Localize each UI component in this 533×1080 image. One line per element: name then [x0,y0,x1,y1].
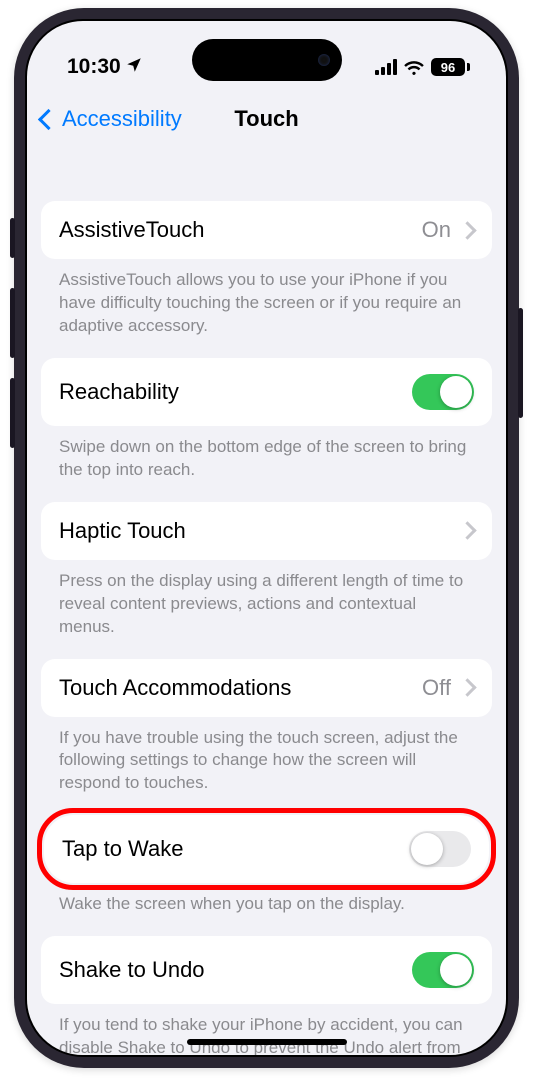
assistivetouch-group: AssistiveTouch On AssistiveTouch allows … [41,201,492,338]
back-button[interactable]: Accessibility [41,106,182,132]
touch-accommodations-footer: If you have trouble using the touch scre… [41,717,492,796]
volume-up-button [10,288,15,358]
chevron-left-icon [38,108,59,129]
battery-percentage: 96 [441,60,455,75]
navigation-bar: Accessibility Touch [27,91,506,147]
touch-accommodations-value: Off [422,675,451,701]
haptic-touch-row[interactable]: Haptic Touch [41,502,492,560]
haptic-touch-group: Haptic Touch Press on the display using … [41,502,492,639]
shake-to-undo-row[interactable]: Shake to Undo [41,936,492,1004]
reachability-toggle[interactable] [412,374,474,410]
back-label: Accessibility [62,106,182,132]
chevron-right-icon [458,678,476,696]
touch-accommodations-row[interactable]: Touch Accommodations Off [41,659,492,717]
location-icon [125,56,143,79]
assistivetouch-row[interactable]: AssistiveTouch On [41,201,492,259]
reachability-group: Reachability Swipe down on the bottom ed… [41,358,492,482]
shake-to-undo-toggle[interactable] [412,952,474,988]
touch-accommodations-label: Touch Accommodations [59,675,291,701]
battery-icon: 96 [431,58,470,76]
side-button [518,308,523,418]
dynamic-island [192,39,342,81]
assistivetouch-footer: AssistiveTouch allows you to use your iP… [41,259,492,338]
settings-content: AssistiveTouch On AssistiveTouch allows … [27,147,506,1057]
wifi-icon [403,59,425,75]
screen: 10:30 96 Accessibility To [25,19,508,1057]
reachability-row[interactable]: Reachability [41,358,492,426]
phone-frame: 10:30 96 Accessibility To [14,8,519,1068]
shake-to-undo-footer: If you tend to shake your iPhone by acci… [41,1004,492,1057]
front-camera-icon [318,54,330,66]
volume-down-button [10,378,15,448]
touch-accommodations-group: Touch Accommodations Off If you have tro… [41,659,492,796]
tap-to-wake-label: Tap to Wake [62,836,183,862]
assistivetouch-value: On [422,217,451,243]
reachability-footer: Swipe down on the bottom edge of the scr… [41,426,492,482]
home-indicator[interactable] [187,1039,347,1045]
cellular-signal-icon [375,59,397,75]
status-time: 10:30 [67,55,121,79]
tap-to-wake-group: Tap to Wake Wake the screen when you tap… [41,808,492,916]
haptic-touch-footer: Press on the display using a different l… [41,560,492,639]
shake-to-undo-label: Shake to Undo [59,957,205,983]
assistivetouch-label: AssistiveTouch [59,217,205,243]
tap-to-wake-row[interactable]: Tap to Wake [44,815,489,883]
tap-to-wake-toggle[interactable] [409,831,471,867]
chevron-right-icon [458,521,476,539]
haptic-touch-label: Haptic Touch [59,518,186,544]
chevron-right-icon [458,221,476,239]
page-title: Touch [234,106,298,132]
reachability-label: Reachability [59,379,179,405]
annotation-highlight: Tap to Wake [37,808,496,890]
tap-to-wake-footer: Wake the screen when you tap on the disp… [41,883,492,916]
mute-switch [10,218,15,258]
